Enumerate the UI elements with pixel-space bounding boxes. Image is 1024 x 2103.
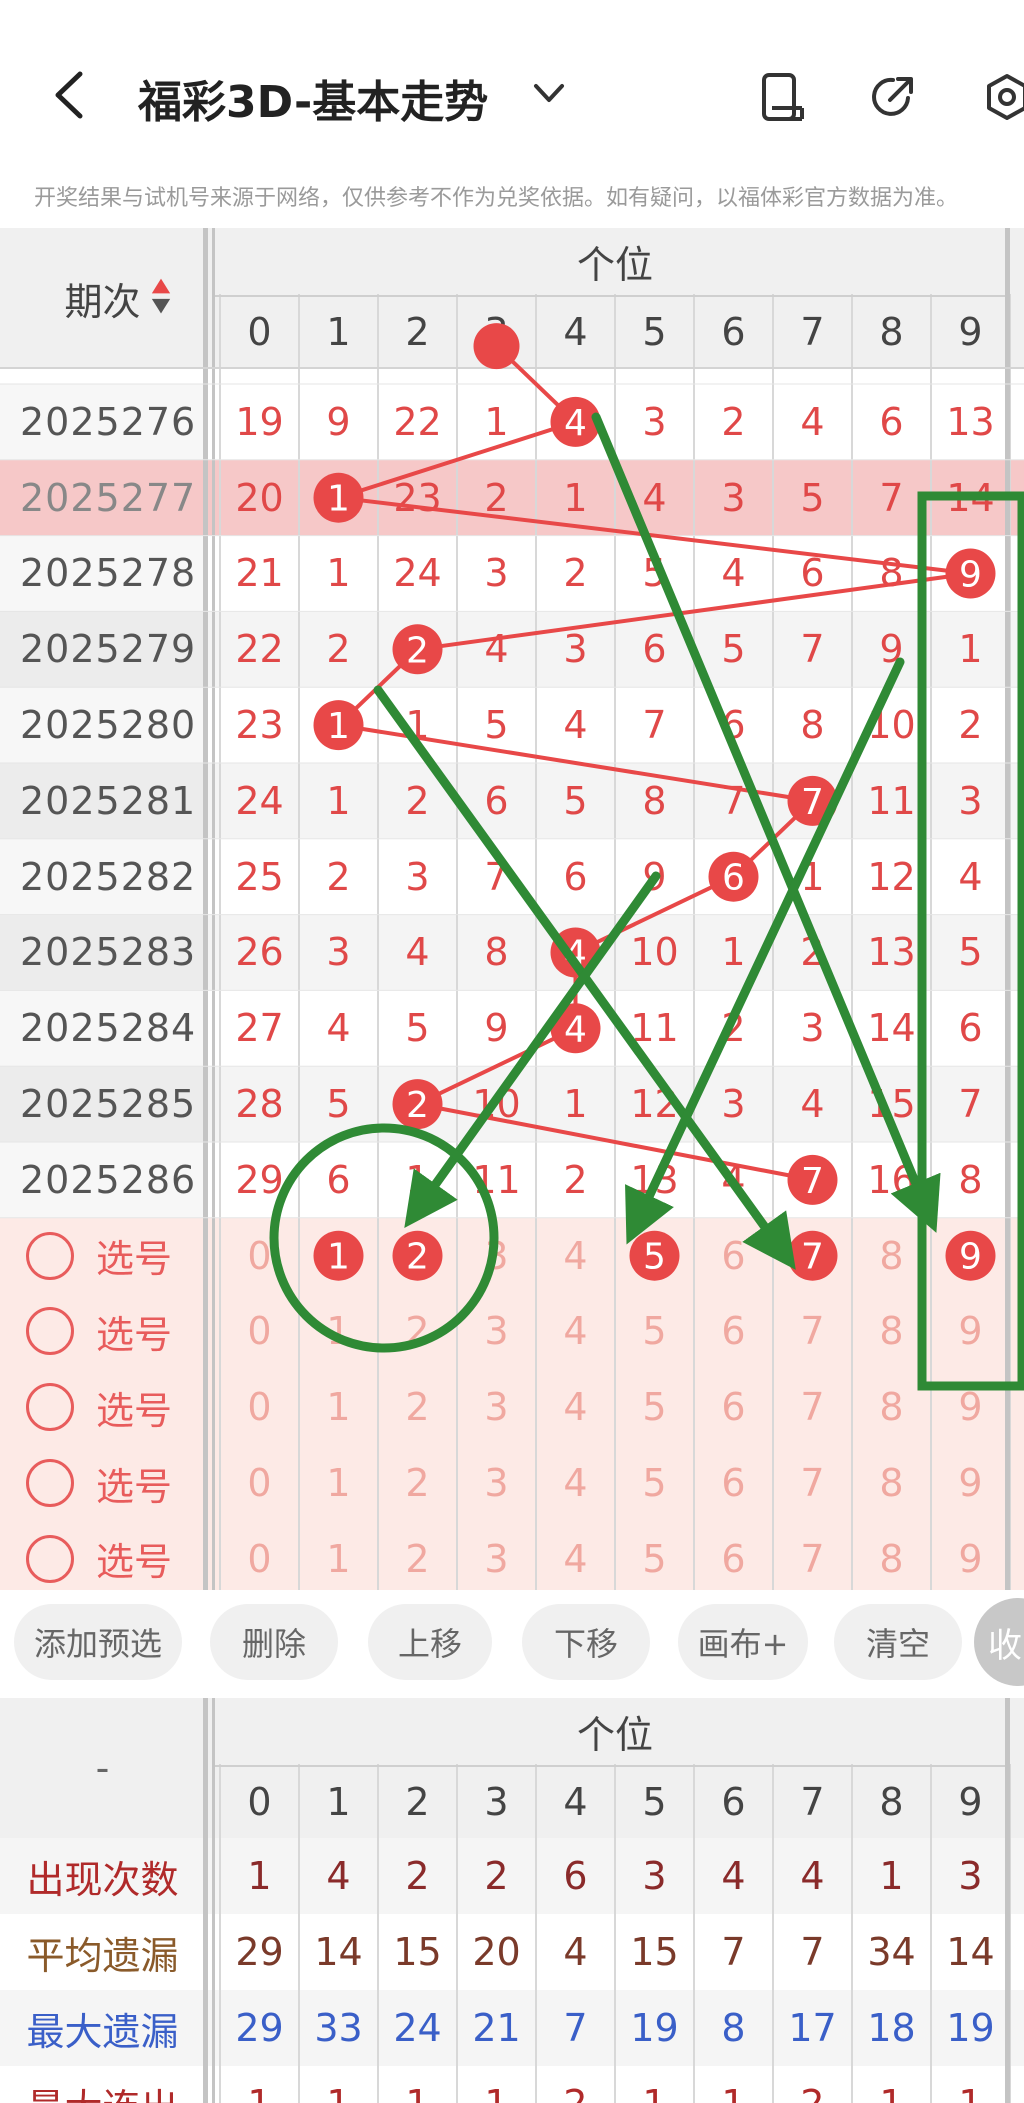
stats-digit-header: 7 (800, 1780, 825, 1824)
stats-value-cell: 3 (642, 1854, 667, 1898)
stats-value-cell: 2 (484, 1854, 509, 1898)
stats-digit-header: 3 (484, 1780, 509, 1824)
annotation-box (917, 491, 1024, 1391)
stats-value-cell: 17 (788, 2006, 837, 2050)
stats-digit-header: 9 (958, 1780, 983, 1824)
stats-value-cell: 15 (393, 1930, 442, 1974)
chevron-down-icon[interactable] (532, 82, 566, 106)
stats-value-cell: 1 (299, 2066, 378, 2103)
stats-corner: - (95, 1746, 110, 1790)
add-preselect-button[interactable]: 添加预选 (14, 1604, 182, 1680)
stats-value-cell: 15 (630, 1930, 679, 1974)
stats-value-cell: 6 (563, 1854, 588, 1898)
stats-row-label: 平均遗漏 (26, 1933, 179, 1978)
stats-value-cell: 21 (472, 2006, 521, 2050)
trend-table: 期次个位012345678920252761992214324613202527… (0, 228, 1024, 1590)
collapse-button[interactable]: 收 (974, 1598, 1024, 1686)
settings-icon[interactable] (982, 72, 1024, 122)
stats-value-cell: 1 (247, 1854, 272, 1898)
stats-digit-header: 8 (879, 1780, 904, 1824)
stats-value-cell: 2 (405, 1854, 430, 1898)
hand-drawn-annotations (269, 412, 1024, 1391)
screen-rotate-icon[interactable] (758, 72, 808, 122)
app-header: 福彩3D-基本走势 开奖结果与试机号来源于网络，仅供参考不作为兑奖依据。如有疑问… (0, 0, 1024, 211)
stats-value-cell: 7 (563, 2006, 588, 2050)
stats-value-cell: 2 (773, 2066, 852, 2103)
period-separator (212, 1698, 215, 2103)
stats-value-cell: 19 (630, 2006, 679, 2050)
canvas-plus-button[interactable]: 画布+ (678, 1604, 808, 1680)
stats-value-cell: 1 (457, 2066, 536, 2103)
delete-button[interactable]: 删除 (210, 1604, 338, 1680)
stats-row-label: 出现次数 (26, 1857, 179, 1902)
stats-value-cell: 1 (879, 1854, 904, 1898)
stats-value-cell: 24 (393, 2006, 442, 2050)
statistics-table: - 个位 0 1 2 3 4 5 6 7 8 9 出现次数 1 4 2 2 6 3 4 4 1 3 平均遗漏 29 14 15 20 4… (0, 1698, 1024, 2103)
stats-value-cell: 14 (314, 1930, 363, 1974)
stats-group-header: 个位 (576, 1712, 653, 1757)
stats-value-cell: 1 (220, 2066, 299, 2103)
stats-value-cell: 3 (958, 1854, 983, 1898)
stats-row-label: 最大遗漏 (26, 2009, 179, 2054)
stats-value-cell: 1 (694, 2066, 773, 2103)
stats-value-cell: 1 (378, 2066, 457, 2103)
stats-value-cell: 20 (472, 1930, 521, 1974)
back-arrow-icon[interactable] (52, 70, 88, 120)
stats-value-cell: 4 (721, 1854, 746, 1898)
stats-value-cell: 18 (867, 2006, 916, 2050)
stats-value-cell: 29 (235, 2006, 284, 2050)
stats-row-label: 最大连出 (0, 2066, 205, 2103)
stats-value-cell: 1 (615, 2066, 694, 2103)
stats-digit-header: 4 (563, 1780, 588, 1824)
annotation-arrow (373, 685, 796, 1270)
stats-digit-header: 1 (326, 1780, 351, 1824)
annotation-arrow (591, 412, 941, 1233)
stats-value-cell: 4 (563, 1930, 588, 1974)
stats-value-cell: 7 (721, 1930, 746, 1974)
share-icon[interactable] (868, 72, 918, 122)
annotation-circle (269, 1123, 499, 1353)
stats-value-cell: 19 (946, 2006, 995, 2050)
annotation-arrow (625, 657, 905, 1245)
stats-digit-header: 5 (642, 1780, 667, 1824)
stats-value-cell: 33 (314, 2006, 363, 2050)
stats-value-cell: 8 (721, 2006, 746, 2050)
stats-value-cell: 4 (800, 1854, 825, 1898)
stats-value-cell: 7 (800, 1930, 825, 1974)
selection-toolbar: 添加预选 删除 上移 下移 画布+ 清空 收 (0, 1590, 1024, 1698)
disclaimer-notice: 开奖结果与试机号来源于网络，仅供参考不作为兑奖依据。如有疑问，以福体彩官方数据为… (34, 186, 959, 211)
stats-value-cell: 1 (852, 2066, 931, 2103)
move-down-button[interactable]: 下移 (522, 1604, 650, 1680)
stats-value-cell: 1 (931, 2066, 1010, 2103)
move-up-button[interactable]: 上移 (368, 1604, 492, 1680)
stats-value-cell: 4 (326, 1854, 351, 1898)
stats-value-cell: 29 (235, 1930, 284, 1974)
stats-digit-header: 2 (405, 1780, 430, 1824)
clear-button[interactable]: 清空 (834, 1604, 962, 1680)
page-title[interactable]: 福彩3D-基本走势 (138, 66, 488, 130)
stats-value-cell: 2 (536, 2066, 615, 2103)
stats-value-cell: 14 (946, 1930, 995, 1974)
stats-value-cell: 34 (867, 1930, 916, 1974)
stats-digit-header: 6 (721, 1780, 746, 1824)
stats-digit-header: 0 (247, 1780, 272, 1824)
